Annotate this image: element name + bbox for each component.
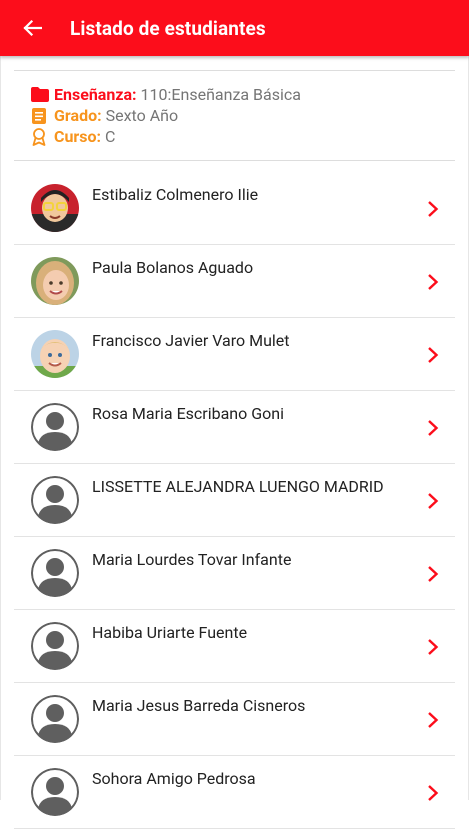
course-info: Enseñanza: 110:Enseñanza Básica Grado: S…	[31, 84, 451, 147]
student-name: Rosa Maria Escribano Goni	[92, 404, 284, 423]
grado-label: Grado:	[54, 106, 102, 125]
student-list: Estibaliz Colmenero Ilie Paula Bolanos A…	[14, 172, 455, 829]
student-row[interactable]: Francisco Javier Varo Mulet	[14, 318, 455, 391]
student-name: LISSETTE ALEJANDRA LUENGO MADRID	[92, 477, 384, 496]
student-row[interactable]: Maria Jesus Barreda Cisneros	[14, 683, 455, 756]
curso-label: Curso:	[54, 127, 102, 146]
student-row[interactable]: Maria Lourdes Tovar Infante	[14, 537, 455, 610]
chevron-right-icon	[428, 493, 439, 509]
student-name: Francisco Javier Varo Mulet	[92, 331, 290, 350]
student-row[interactable]: Estibaliz Colmenero Ilie	[14, 172, 455, 245]
chevron-right-icon	[428, 712, 439, 728]
student-name: Estibaliz Colmenero Ilie	[92, 185, 259, 204]
ensenanza-value: 110:Enseñanza Básica	[140, 85, 301, 104]
curso-row: Curso: C	[31, 126, 451, 147]
page-title: Listado de estudiantes	[70, 16, 266, 40]
curso-value: C	[105, 127, 116, 146]
student-name: Maria Jesus Barreda Cisneros	[92, 696, 306, 715]
document-icon	[31, 107, 51, 125]
chevron-right-icon	[428, 201, 439, 217]
ensenanza-row: Enseñanza: 110:Enseñanza Básica	[31, 84, 451, 105]
student-row[interactable]: Sohora Amigo Pedrosa	[14, 756, 455, 829]
student-row[interactable]: Habiba Uriarte Fuente	[14, 610, 455, 683]
student-name: Maria Lourdes Tovar Infante	[92, 550, 292, 569]
student-name: Paula Bolanos Aguado	[92, 258, 254, 277]
frame-border-left	[0, 56, 1, 800]
student-row[interactable]: Rosa Maria Escribano Goni	[14, 391, 455, 464]
grado-row: Grado: Sexto Año	[31, 105, 451, 126]
default-avatar-icon	[31, 403, 79, 451]
folder-icon	[31, 86, 51, 104]
student-row[interactable]: Paula Bolanos Aguado	[14, 245, 455, 318]
student-name: Habiba Uriarte Fuente	[92, 623, 248, 642]
default-avatar-icon	[31, 622, 79, 670]
chevron-right-icon	[428, 785, 439, 801]
ensenanza-label: Enseñanza:	[54, 85, 137, 104]
student-row[interactable]: LISSETTE ALEJANDRA LUENGO MADRID	[14, 464, 455, 537]
default-avatar-icon	[31, 768, 79, 816]
default-avatar-icon	[31, 476, 79, 524]
arrow-left-icon	[23, 19, 42, 37]
back-button[interactable]	[4, 0, 60, 56]
default-avatar-icon	[31, 549, 79, 597]
divider	[14, 70, 455, 71]
chevron-right-icon	[428, 420, 439, 436]
student-photo-avatar	[31, 257, 79, 305]
divider	[14, 160, 455, 161]
chevron-right-icon	[428, 566, 439, 582]
student-photo-avatar	[31, 184, 79, 232]
student-photo-avatar	[31, 330, 79, 378]
chevron-right-icon	[428, 347, 439, 363]
student-name: Sohora Amigo Pedrosa	[92, 769, 256, 788]
chevron-right-icon	[428, 639, 439, 655]
default-avatar-icon	[31, 695, 79, 743]
app-bar: Listado de estudiantes	[0, 0, 469, 56]
grado-value: Sexto Año	[105, 106, 179, 125]
chevron-right-icon	[428, 274, 439, 290]
award-icon	[31, 127, 51, 146]
